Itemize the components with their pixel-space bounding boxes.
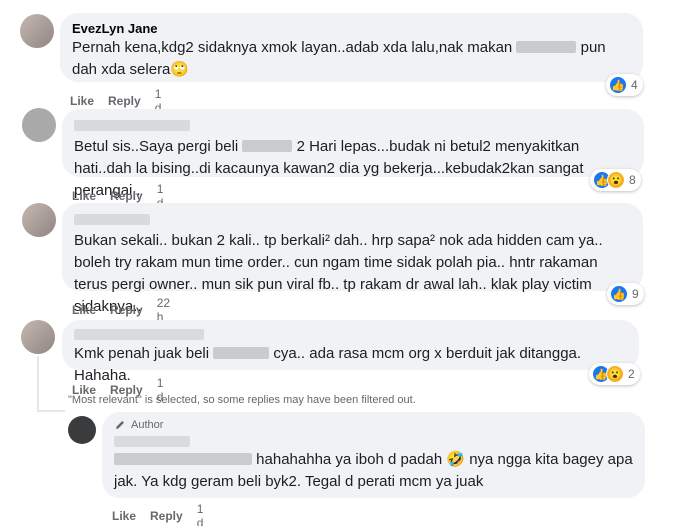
avatar[interactable]	[20, 14, 54, 48]
like-button[interactable]: Like	[72, 189, 96, 203]
author-badge: Author	[114, 419, 633, 431]
redacted-text	[242, 140, 293, 152]
thread-connector	[37, 410, 65, 412]
filter-notice: "Most relevant" is selected, so some rep…	[68, 394, 416, 406]
wow-reaction-icon: 😮	[607, 171, 625, 189]
reply-button[interactable]: Reply	[150, 509, 183, 523]
like-reaction-icon: 👍	[609, 76, 627, 94]
author-name-redacted[interactable]	[114, 436, 190, 447]
like-reaction-icon: 👍	[610, 285, 628, 303]
like-button[interactable]: Like	[70, 94, 94, 108]
avatar[interactable]	[22, 108, 56, 142]
redacted-text	[114, 453, 252, 465]
avatar[interactable]	[22, 203, 56, 237]
reply-button[interactable]: Reply	[108, 94, 141, 108]
reaction-count: 4	[631, 78, 638, 92]
commenter-name-redacted[interactable]	[74, 120, 190, 131]
comment-text: Pernah kena,kdg2 sidaknya xmok layan..ad…	[72, 39, 606, 78]
author-avatar[interactable]	[68, 416, 96, 444]
like-button[interactable]: Like	[112, 509, 136, 523]
commenter-name[interactable]: EvezLyn Jane	[72, 20, 631, 37]
redacted-text	[213, 347, 270, 359]
wow-reaction-icon: 😮	[606, 365, 624, 383]
reply-button[interactable]: Reply	[110, 303, 143, 317]
comment-bubble: EvezLyn Jane Pernah kena,kdg2 sidaknya x…	[60, 13, 643, 82]
reply-bubble: Author hahahahha ya iboh d padah 🤣 nya n…	[102, 412, 645, 498]
commenter-name-redacted[interactable]	[74, 214, 150, 225]
reaction-summary[interactable]: 👍 9	[607, 283, 644, 305]
reaction-summary[interactable]: 👍 😮 8	[590, 169, 641, 191]
comment-bubble: Kmk penah juak beli cya.. ada rasa mcm o…	[62, 320, 639, 384]
reply-actions: Like Reply 1 d	[112, 502, 203, 526]
reaction-count: 9	[632, 287, 639, 301]
reaction-summary[interactable]: 👍 😮 2	[589, 363, 640, 385]
thread-connector	[37, 356, 39, 412]
reply-text: hahahahha ya iboh d padah 🤣 nya ngga kit…	[114, 451, 633, 490]
like-button[interactable]: Like	[72, 303, 96, 317]
reaction-count: 8	[629, 173, 636, 187]
reaction-summary[interactable]: 👍 4	[606, 74, 643, 96]
avatar[interactable]	[21, 320, 55, 354]
reaction-count: 2	[628, 367, 635, 381]
commenter-name-redacted[interactable]	[74, 329, 204, 340]
comment-bubble: Betul sis..Saya pergi beli 2 Hari lepas.…	[62, 109, 644, 199]
reply-button[interactable]: Reply	[110, 189, 143, 203]
rofl-emoji: 🤣	[446, 451, 466, 468]
rolling-eyes-emoji: 🙄	[170, 61, 190, 78]
redacted-text	[516, 41, 577, 53]
comment-bubble: Bukan sekali.. bukan 2 kali.. tp berkali…	[62, 203, 643, 315]
timestamp[interactable]: 1 d	[197, 502, 204, 526]
pencil-icon	[116, 421, 124, 429]
